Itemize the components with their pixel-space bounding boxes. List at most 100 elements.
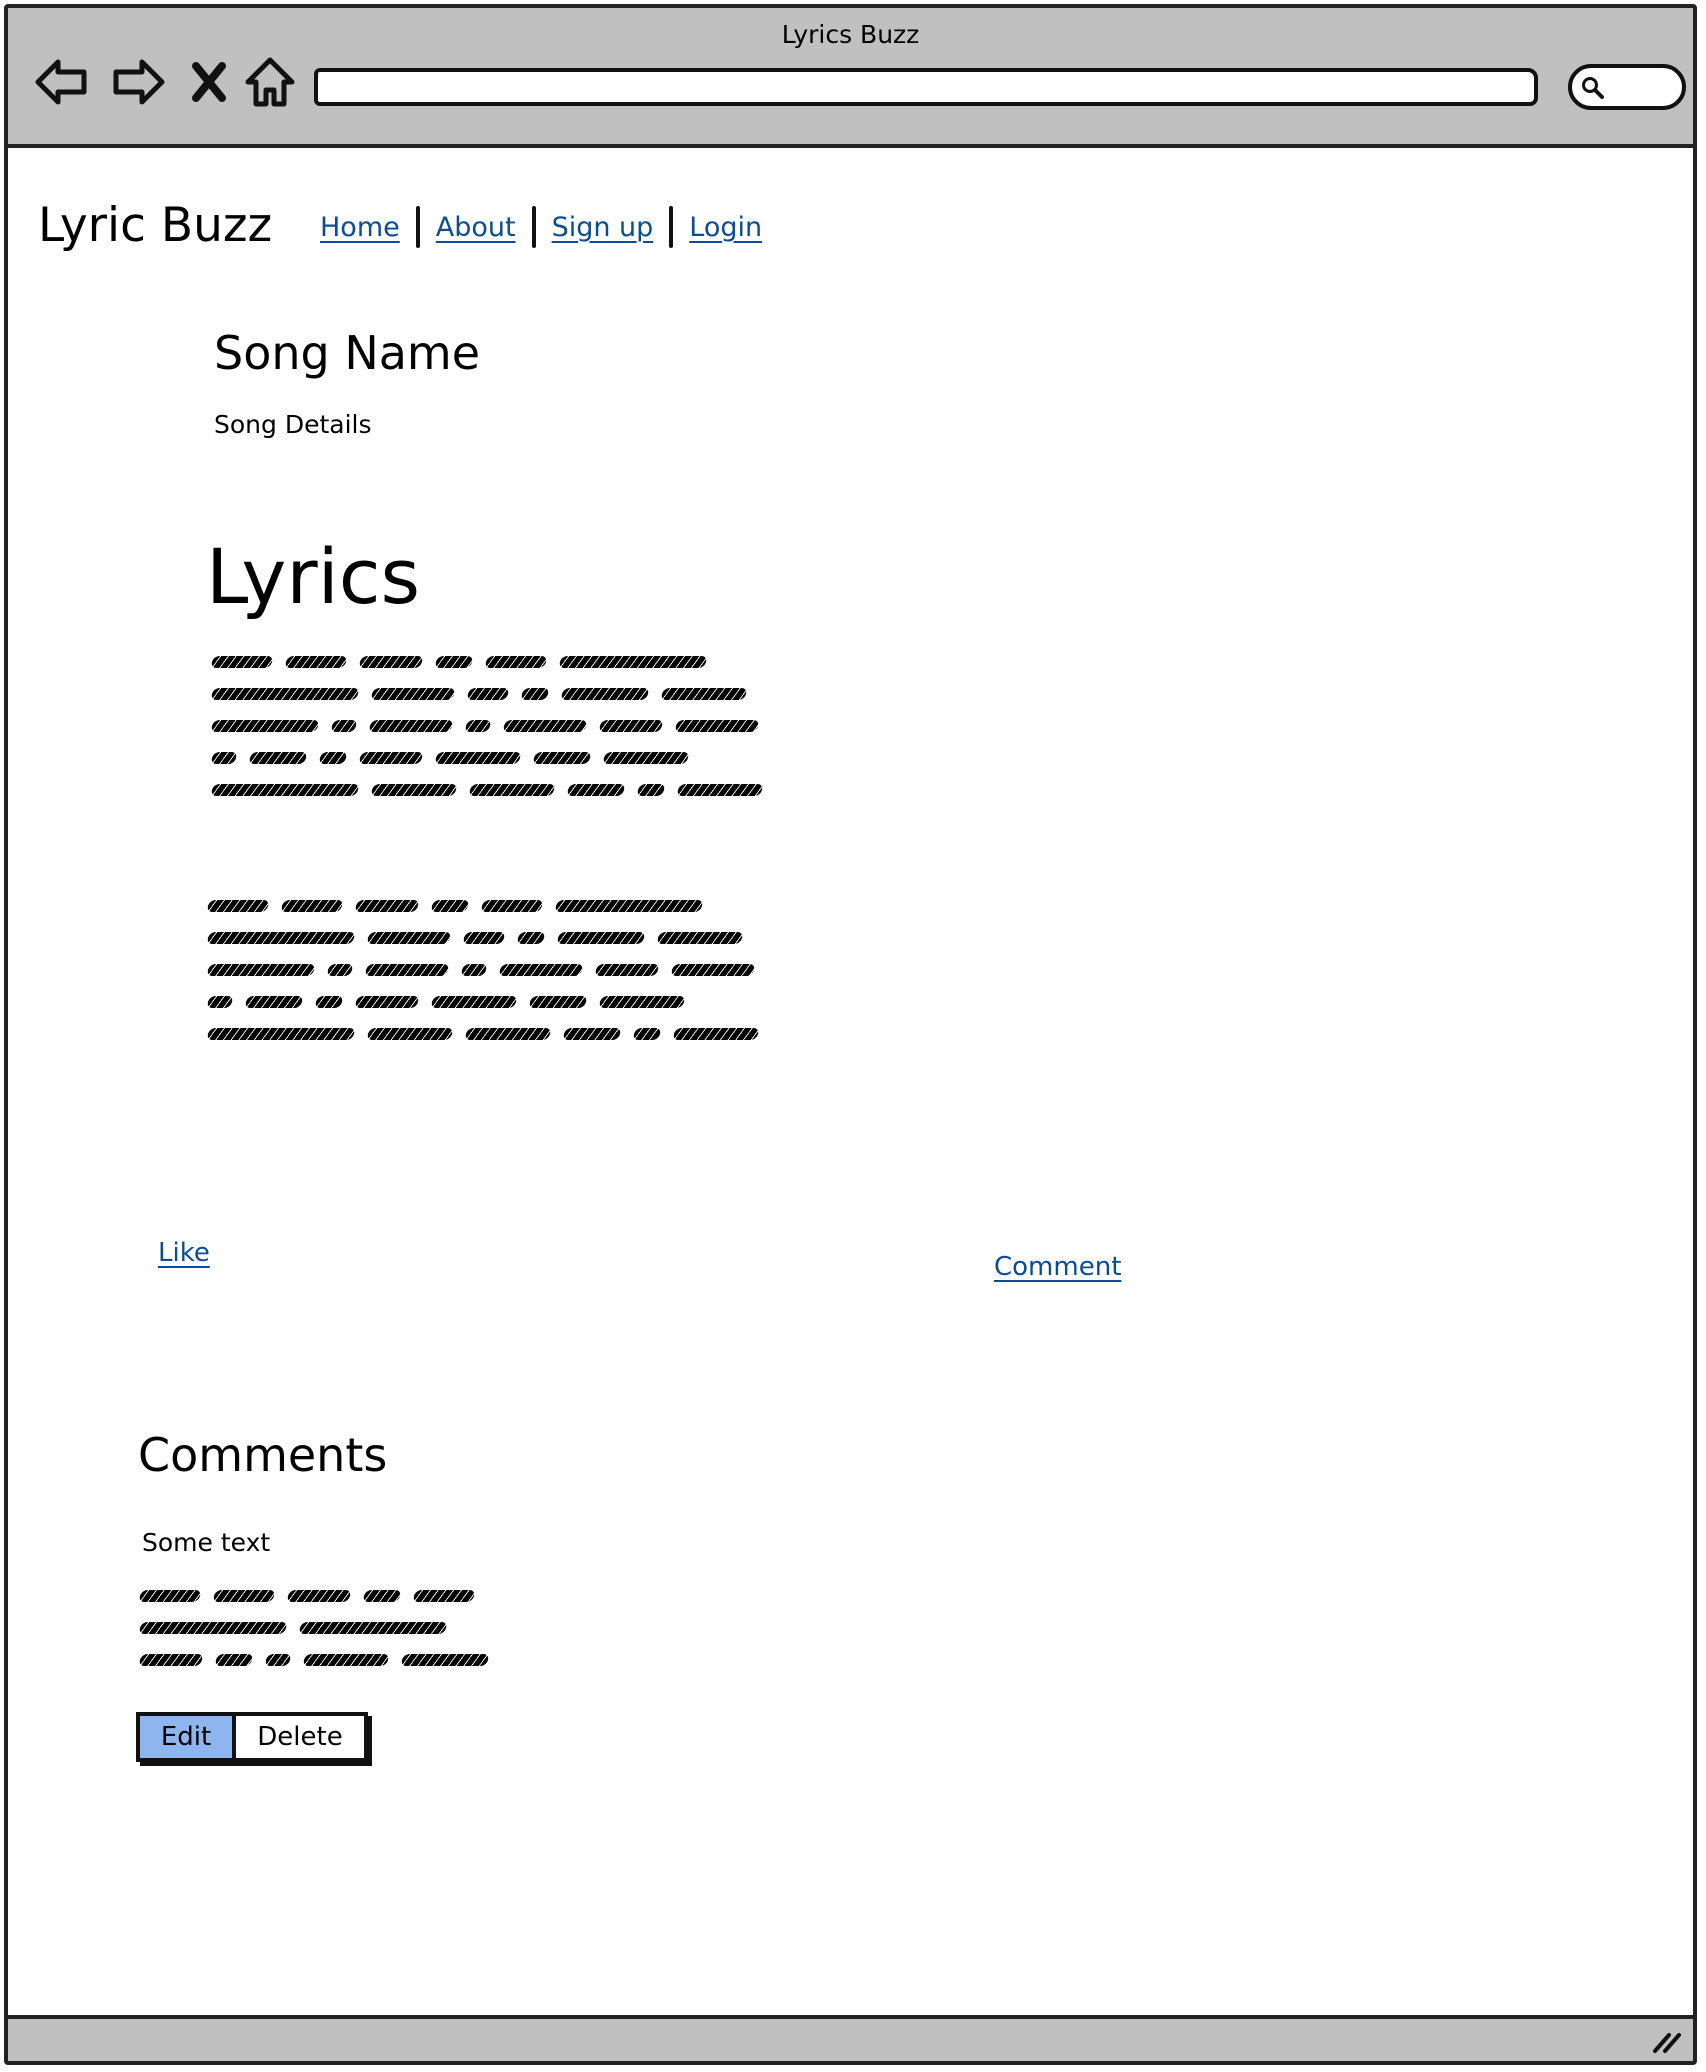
search-field[interactable] [1568, 64, 1686, 110]
placeholder-word [498, 964, 584, 976]
nav-link-home[interactable]: Home [320, 212, 400, 243]
placeholder-word [206, 996, 234, 1008]
placeholder-word [656, 932, 744, 944]
placeholder-text-line [210, 678, 776, 710]
placeholder-word [464, 720, 492, 732]
placeholder-word [636, 784, 666, 796]
song-details-text: Song Details [214, 410, 372, 439]
placeholder-word [674, 720, 760, 732]
comment-body-placeholder [138, 1580, 502, 1676]
placeholder-word [660, 688, 748, 700]
close-x-icon[interactable] [184, 52, 234, 112]
placeholder-word [468, 784, 556, 796]
comment-link[interactable]: Comment [994, 1252, 1121, 1282]
like-link[interactable]: Like [158, 1238, 210, 1268]
placeholder-word [358, 752, 424, 764]
placeholder-word [676, 784, 764, 796]
placeholder-word [528, 996, 588, 1008]
placeholder-word [516, 932, 546, 944]
placeholder-word [138, 1590, 202, 1602]
nav-link-about[interactable]: About [436, 212, 516, 243]
placeholder-word [354, 900, 420, 912]
home-icon[interactable] [240, 52, 300, 112]
search-icon [1582, 77, 1604, 99]
placeholder-text-line [206, 986, 772, 1018]
placeholder-word [368, 720, 454, 732]
placeholder-word [554, 900, 704, 912]
site-brand[interactable]: Lyric Buzz [38, 198, 272, 253]
placeholder-word [632, 1028, 662, 1040]
comment-actions: Edit Delete [136, 1712, 368, 1762]
comments-heading: Comments [138, 1428, 388, 1482]
edit-button[interactable]: Edit [140, 1716, 236, 1758]
placeholder-word [670, 964, 756, 976]
placeholder-word [298, 1622, 448, 1634]
placeholder-word [366, 932, 452, 944]
placeholder-word [370, 784, 458, 796]
placeholder-word [362, 1590, 402, 1602]
comment-title: Some text [142, 1528, 271, 1557]
placeholder-word [354, 996, 420, 1008]
placeholder-word [520, 688, 550, 700]
placeholder-word [138, 1622, 288, 1634]
placeholder-word [462, 932, 506, 944]
placeholder-word [562, 1028, 622, 1040]
placeholder-word [210, 688, 360, 700]
placeholder-text-line [210, 742, 776, 774]
placeholder-word [210, 784, 360, 796]
placeholder-word [314, 996, 344, 1008]
nav-separator [531, 206, 536, 248]
nav-link-signup[interactable]: Sign up [552, 212, 654, 243]
placeholder-word [210, 752, 238, 764]
placeholder-text-line [210, 774, 776, 806]
placeholder-word [280, 900, 344, 912]
placeholder-word [286, 1590, 352, 1602]
nav-separator [669, 206, 674, 248]
placeholder-word [212, 1590, 276, 1602]
placeholder-word [214, 1654, 254, 1666]
placeholder-word [302, 1654, 390, 1666]
placeholder-word [566, 784, 626, 796]
status-bar [8, 2015, 1693, 2061]
placeholder-word [138, 1654, 204, 1666]
placeholder-word [484, 656, 548, 668]
placeholder-word [560, 688, 650, 700]
lyrics-verse-placeholder [206, 890, 772, 1050]
placeholder-word [598, 720, 664, 732]
placeholder-word [366, 1028, 454, 1040]
placeholder-word [430, 900, 470, 912]
forward-arrow-icon[interactable] [108, 52, 168, 112]
placeholder-word [318, 752, 348, 764]
lyrics-verse-placeholder [210, 646, 776, 806]
address-bar[interactable] [314, 68, 1538, 106]
placeholder-text-line [206, 890, 772, 922]
placeholder-word [244, 996, 304, 1008]
placeholder-word [364, 964, 450, 976]
nav-link-login[interactable]: Login [689, 212, 762, 243]
lyrics-heading: Lyrics [206, 532, 421, 621]
browser-toolbar: Lyrics Buzz [8, 8, 1693, 148]
placeholder-word [206, 932, 356, 944]
placeholder-text-line [138, 1644, 502, 1676]
delete-button[interactable]: Delete [236, 1716, 364, 1758]
back-arrow-icon[interactable] [32, 52, 92, 112]
placeholder-text-line [206, 922, 772, 954]
placeholder-text-line [206, 954, 772, 986]
placeholder-word [330, 720, 358, 732]
resize-grip-icon[interactable] [1651, 2027, 1683, 2055]
placeholder-word [602, 752, 690, 764]
placeholder-word [400, 1654, 490, 1666]
placeholder-word [502, 720, 588, 732]
placeholder-word [210, 720, 320, 732]
placeholder-word [434, 752, 522, 764]
placeholder-text-line [210, 710, 776, 742]
top-nav: Home About Sign up Login [320, 206, 762, 248]
placeholder-word [412, 1590, 476, 1602]
window-title: Lyrics Buzz [781, 20, 920, 49]
placeholder-word [464, 1028, 552, 1040]
placeholder-word [206, 1028, 356, 1040]
placeholder-word [480, 900, 544, 912]
placeholder-word [556, 932, 646, 944]
placeholder-text-line [206, 1018, 772, 1050]
browser-window: Lyrics Buzz Lyric Buzz Home About Sign u… [4, 4, 1697, 2065]
